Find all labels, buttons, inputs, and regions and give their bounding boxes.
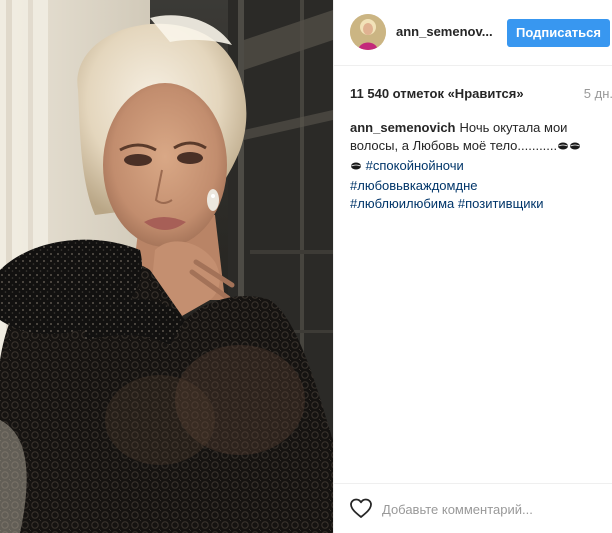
kiss-lips-icon xyxy=(557,139,581,157)
comment-input[interactable] xyxy=(382,498,602,520)
hashtag-link[interactable]: #позитивщики xyxy=(458,196,544,211)
avatar[interactable] xyxy=(350,14,386,50)
instagram-post: ann_semenov... Подписаться 11 540 отмето… xyxy=(0,0,612,533)
post-header: ann_semenov... Подписаться xyxy=(334,0,612,66)
post-username[interactable]: ann_semenov... xyxy=(396,24,493,39)
avatar-image xyxy=(350,14,386,50)
follow-button[interactable]: Подписаться xyxy=(507,19,610,47)
hashtag-link[interactable]: #любовьвкаждомдне xyxy=(350,178,477,193)
heart-outline-icon xyxy=(350,498,372,518)
kiss-lips-icon xyxy=(350,159,362,177)
post-time[interactable]: 5 дн. xyxy=(584,86,612,101)
post-caption: ann_semenovich Ночь окутала мои волосы, а… xyxy=(350,119,600,213)
post-details-panel: ann_semenov... Подписаться 11 540 отмето… xyxy=(333,0,612,533)
post-photo[interactable] xyxy=(0,0,333,533)
likes-count[interactable]: 11 540 отметок «Нравится» xyxy=(350,86,524,101)
photo-image xyxy=(0,0,333,533)
post-stats: 11 540 отметок «Нравится» 5 дн. xyxy=(350,84,612,104)
comment-bar xyxy=(334,483,612,533)
like-button[interactable] xyxy=(348,496,374,520)
hashtag-link[interactable]: #люблюилюбима xyxy=(350,196,454,211)
caption-author[interactable]: ann_semenovich xyxy=(350,120,456,135)
hashtag-link[interactable]: #спокойнойночи xyxy=(366,158,464,173)
